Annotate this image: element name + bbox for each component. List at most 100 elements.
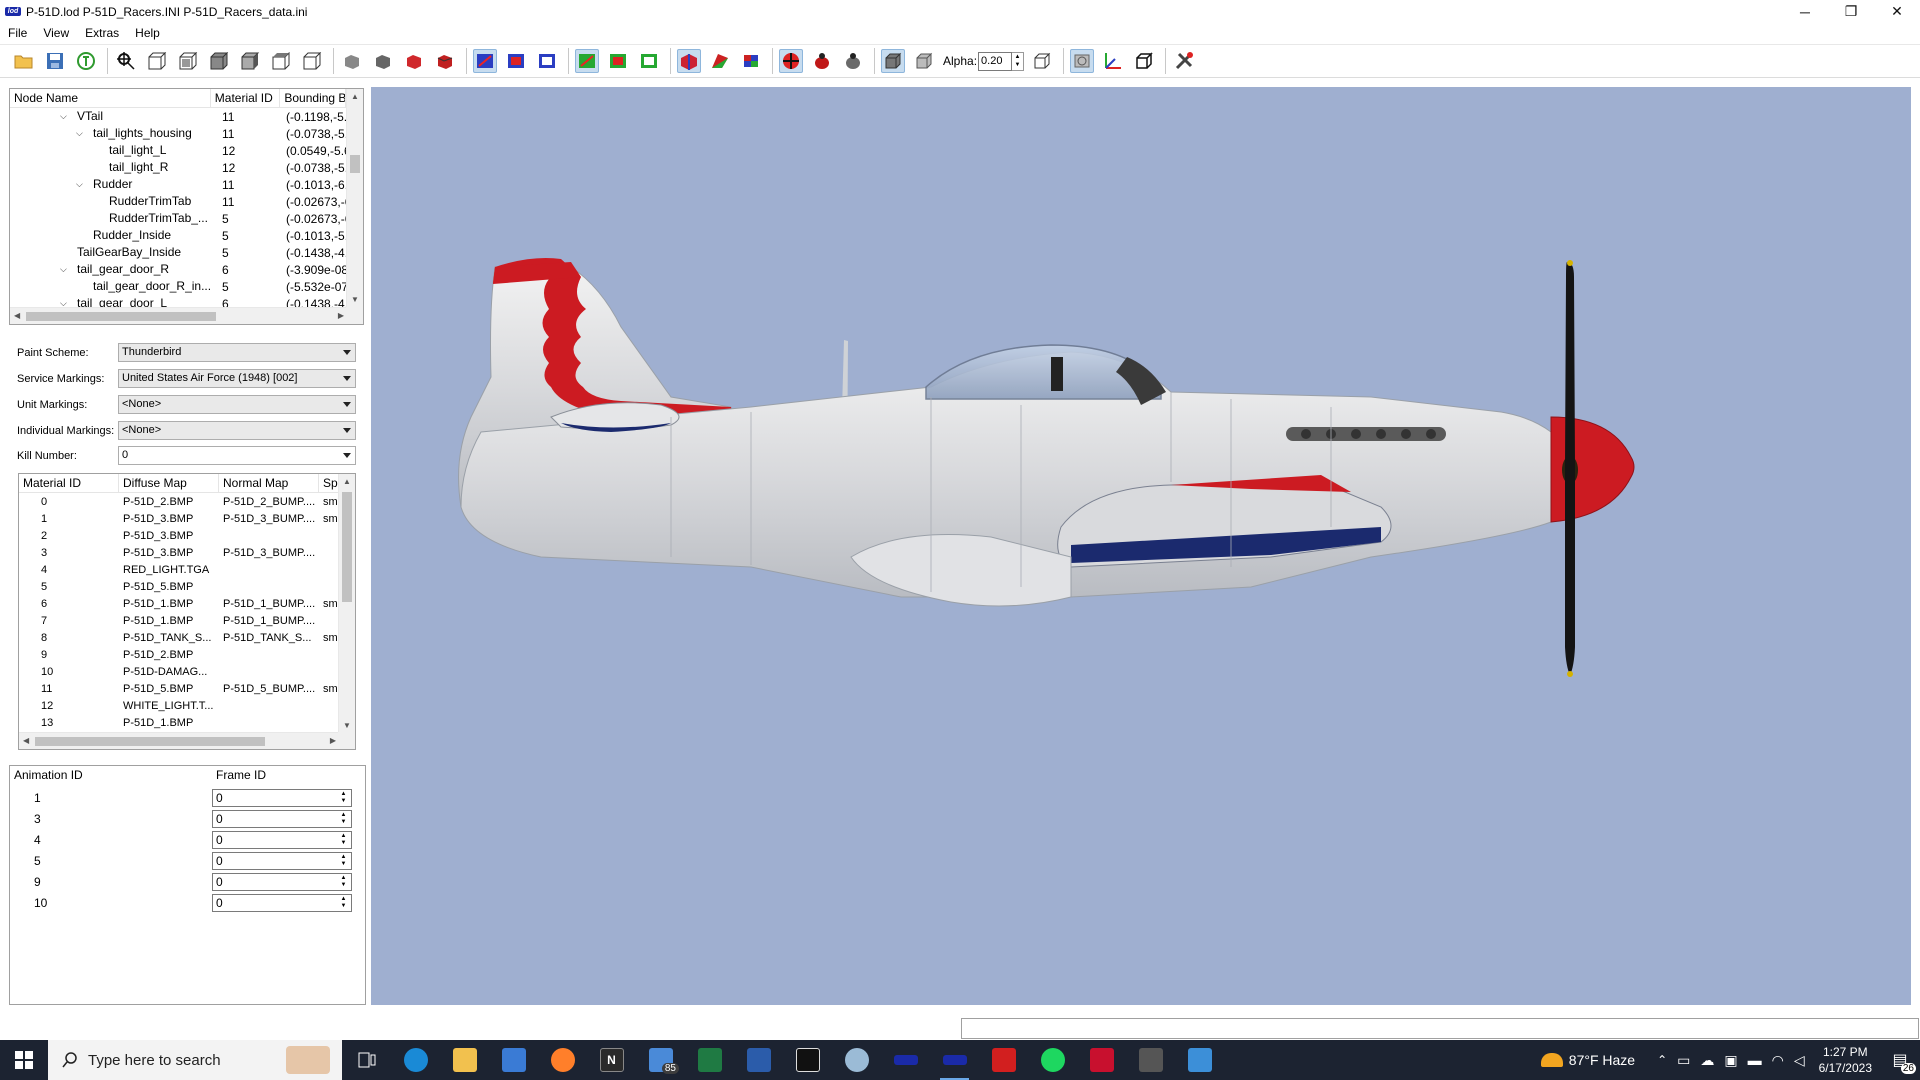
col-node-name[interactable]: Node Name [10, 89, 211, 108]
menu-extras[interactable]: Extras [77, 23, 127, 43]
open-folder-icon[interactable] [12, 49, 36, 73]
tree-row[interactable]: ⌵ tail_gear_door_R 6 (-3.909e-08,- [10, 261, 363, 278]
taskbar-search[interactable]: Type here to search [48, 1040, 342, 1080]
lod-editor-icon[interactable] [930, 1040, 979, 1080]
tree-row[interactable]: ⌵ Rudder 11 (-0.1013,-6.4 [10, 176, 363, 193]
frame-spinner[interactable]: ▲ ▼ [338, 854, 349, 868]
frame-spinner[interactable]: ▲ ▼ [338, 833, 349, 847]
spin-down-icon[interactable]: ▼ [341, 903, 347, 910]
material-row[interactable]: 12 WHITE_LIGHT.T... [19, 697, 355, 714]
material-row[interactable]: 8 P-51D_TANK_S... P-51D_TANK_S... sm [19, 629, 355, 646]
col-bounding-box[interactable]: Bounding Bo [280, 89, 346, 108]
shade-flat-icon[interactable] [340, 49, 364, 73]
service-markings-select[interactable]: United States Air Force (1948) [002] [118, 369, 356, 388]
kill-number-select[interactable]: 0 [118, 446, 356, 465]
menu-help[interactable]: Help [127, 23, 168, 43]
collapse-chevron-icon[interactable]: ⌵ [60, 261, 67, 278]
materials-hscrollbar[interactable]: ◀ ▶ [19, 732, 340, 749]
tree-row[interactable]: tail_light_R 12 (-0.0738,-5.6 [10, 159, 363, 176]
material-row[interactable]: 2 P-51D_3.BMP [19, 527, 355, 544]
edge-icon[interactable] [391, 1040, 440, 1080]
texture-diffuse-icon[interactable] [708, 49, 732, 73]
minimize-button[interactable]: ─ [1782, 0, 1828, 23]
shade-red-icon[interactable] [402, 49, 426, 73]
camera-icon[interactable]: ▭ [1677, 1052, 1690, 1069]
tree-row[interactable]: RudderTrimTab 11 (-0.02673,-6. [10, 193, 363, 210]
restore-button[interactable]: ❐ [1828, 0, 1874, 23]
paint-icon[interactable] [832, 1040, 881, 1080]
view-right-icon[interactable] [238, 49, 262, 73]
spin-up-icon[interactable]: ▲ [341, 791, 347, 798]
transparent-box-icon[interactable] [912, 49, 936, 73]
game-icon[interactable] [1126, 1040, 1175, 1080]
bbox-outline-icon[interactable] [535, 49, 559, 73]
spin-up-icon[interactable]: ▲ [341, 833, 347, 840]
col-diffuse-map[interactable]: Diffuse Map [119, 474, 219, 493]
scroll-right-icon[interactable]: ▶ [330, 736, 336, 745]
clock[interactable]: 1:27 PM 6/17/2023 [1811, 1044, 1880, 1076]
unit-markings-select[interactable]: <None> [118, 395, 356, 414]
frame-spinner[interactable]: ▲ ▼ [338, 791, 349, 805]
frame-spinner[interactable]: ▲ ▼ [338, 812, 349, 826]
scroll-down-icon[interactable]: ▼ [351, 295, 359, 304]
spin-down-icon[interactable]: ▼ [341, 840, 347, 847]
bug-gray-icon[interactable] [841, 49, 865, 73]
close-button[interactable]: ✕ [1874, 0, 1920, 23]
animations-grid[interactable]: Animation ID Frame ID 1 0 ▲ ▼ 3 0 ▲ ▼ 4 0 ▲ ▼ 5 0 ▲ ▼ 9 0… [9, 765, 366, 1005]
tree-row[interactable]: ⌵ VTail 11 (-0.1198,-5.7 [10, 108, 363, 125]
save-icon[interactable] [43, 49, 67, 73]
tree-row[interactable]: tail_gear_door_R_in... 5 (-5.532e-07,- [10, 278, 363, 295]
bug-red-icon[interactable] [810, 49, 834, 73]
frame-spinner[interactable]: ▲ ▼ [338, 875, 349, 889]
battery-icon[interactable]: ▬ [1748, 1052, 1762, 1068]
photos-icon[interactable] [1175, 1040, 1224, 1080]
scroll-left-icon[interactable]: ◀ [23, 736, 29, 745]
material-row[interactable]: 3 P-51D_3.BMP P-51D_3_BUMP.... [19, 544, 355, 561]
spin-down-icon[interactable]: ▼ [341, 819, 347, 826]
spin-up-icon[interactable]: ▲ [341, 896, 347, 903]
col-material-id[interactable]: Material ID [19, 474, 119, 493]
tree-row[interactable]: ⌵ tail_lights_housing 11 (-0.0738,-5.6 [10, 125, 363, 142]
scroll-up-icon[interactable]: ▲ [343, 477, 351, 486]
material-row[interactable]: 10 P-51D-DAMAG... [19, 663, 355, 680]
view-left-icon[interactable] [207, 49, 231, 73]
materials-grid[interactable]: Material ID Diffuse Map Normal Map Spe 0… [18, 473, 356, 750]
paint-scheme-select[interactable]: Thunderbird [118, 343, 356, 362]
store-icon[interactable] [489, 1040, 538, 1080]
bbox-red-icon[interactable] [473, 49, 497, 73]
material-row[interactable]: 1 P-51D_3.BMP P-51D_3_BUMP.... sm [19, 510, 355, 527]
frame-id-input[interactable]: 0 ▲ ▼ [212, 789, 352, 807]
collapse-chevron-icon[interactable]: ⌵ [60, 108, 67, 125]
material-row[interactable]: 4 RED_LIGHT.TGA [19, 561, 355, 578]
mail-icon[interactable]: 85 [636, 1040, 685, 1080]
scroll-left-icon[interactable]: ◀ [14, 311, 20, 320]
onedrive-icon[interactable]: ☁ [1700, 1052, 1714, 1069]
spin-up-icon[interactable]: ▲ [341, 854, 347, 861]
reload-icon[interactable] [74, 49, 98, 73]
start-button[interactable] [0, 1040, 48, 1080]
volume-icon[interactable]: ◁ [1794, 1052, 1805, 1069]
normals-green-icon[interactable] [575, 49, 599, 73]
3d-viewport[interactable] [371, 87, 1911, 1005]
view-back-icon[interactable] [176, 49, 200, 73]
view-bottom-icon[interactable] [300, 49, 324, 73]
materials-hscroll-thumb[interactable] [35, 737, 265, 746]
material-row[interactable]: 5 P-51D_5.BMP [19, 578, 355, 595]
notion-icon[interactable]: N [587, 1040, 636, 1080]
shade-textured-icon[interactable] [433, 49, 457, 73]
tree-row[interactable]: RudderTrimTab_... 5 (-0.02673,-6. [10, 210, 363, 227]
col-material-id[interactable]: Material ID [211, 89, 281, 108]
weather-widget[interactable]: 87°F Haze [1540, 1052, 1635, 1068]
target-icon[interactable] [779, 49, 803, 73]
display-icon[interactable]: ▣ [1724, 1052, 1737, 1069]
view-front-icon[interactable] [145, 49, 169, 73]
frame-spinner[interactable]: ▲ ▼ [338, 896, 349, 910]
spin-down-icon[interactable]: ▼ [341, 882, 347, 889]
tree-row[interactable]: tail_light_L 12 (0.0549,-5.62 [10, 142, 363, 159]
cube-icon[interactable] [1132, 49, 1156, 73]
spin-down-icon[interactable]: ▼ [1015, 61, 1021, 69]
notification-center[interactable]: ▤ 26 [1880, 1040, 1920, 1080]
spotify-icon[interactable] [1028, 1040, 1077, 1080]
tree-vscrollbar[interactable]: ▲ ▼ [346, 89, 363, 307]
texture-normal-icon[interactable] [739, 49, 763, 73]
